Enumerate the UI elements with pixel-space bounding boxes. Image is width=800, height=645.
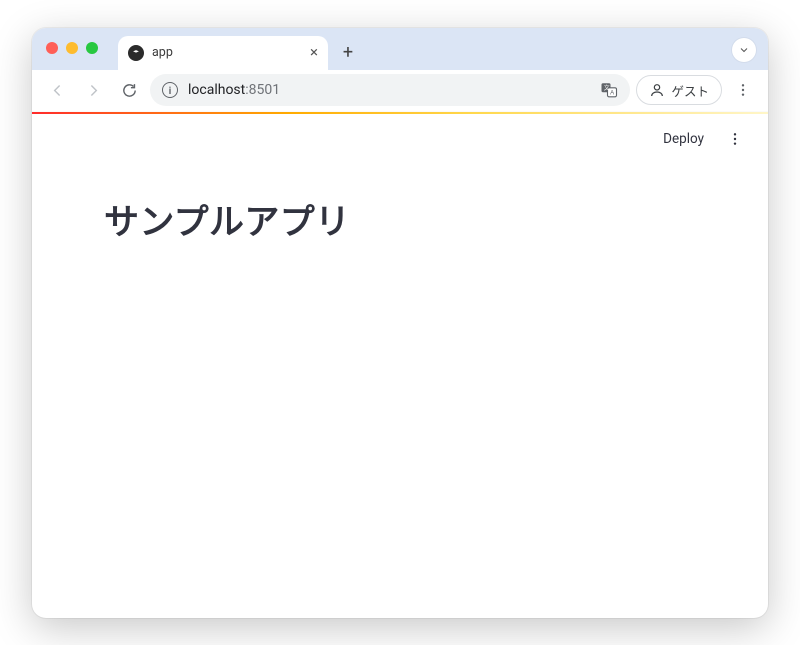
nav-forward-button[interactable] [78, 75, 108, 105]
new-tab-button[interactable]: + [334, 39, 362, 67]
translate-button[interactable]: 文 A [600, 81, 618, 99]
deploy-button[interactable]: Deploy [653, 126, 714, 152]
tab-active[interactable]: app × [118, 36, 328, 70]
app-content: サンプルアプリ [32, 164, 768, 618]
svg-text:A: A [611, 91, 615, 97]
browser-toolbar: i localhost:8501 文 A ゲスト [32, 70, 768, 112]
window-maximize-button[interactable] [86, 42, 98, 54]
window-minimize-button[interactable] [66, 42, 78, 54]
window-close-button[interactable] [46, 42, 58, 54]
arrow-right-icon [85, 82, 102, 99]
profile-label: ゲスト [671, 81, 709, 100]
browser-window: app × + i localhost:8501 文 [32, 28, 768, 618]
nav-back-button[interactable] [42, 75, 72, 105]
arrow-left-icon [49, 82, 66, 99]
profile-chip[interactable]: ゲスト [636, 75, 722, 105]
address-bar[interactable]: i localhost:8501 文 A [150, 74, 630, 106]
kebab-icon [735, 82, 751, 98]
browser-menu-button[interactable] [728, 75, 758, 105]
kebab-icon [727, 131, 743, 147]
app-header: Deploy [32, 114, 768, 164]
tab-close-button[interactable]: × [310, 45, 318, 60]
streamlit-favicon-icon [128, 45, 144, 61]
url-text: localhost:8501 [188, 82, 590, 98]
tab-title: app [152, 45, 302, 60]
translate-icon: 文 A [600, 81, 618, 99]
site-info-icon[interactable]: i [162, 82, 178, 98]
tab-search-button[interactable] [732, 38, 756, 62]
page-title: サンプルアプリ [104, 194, 696, 245]
tab-strip: app × + [32, 28, 768, 70]
person-icon [649, 82, 665, 98]
app-menu-button[interactable] [720, 124, 750, 154]
window-controls [46, 42, 98, 54]
chevron-down-icon [738, 44, 750, 56]
nav-reload-button[interactable] [114, 75, 144, 105]
reload-icon [121, 82, 138, 99]
